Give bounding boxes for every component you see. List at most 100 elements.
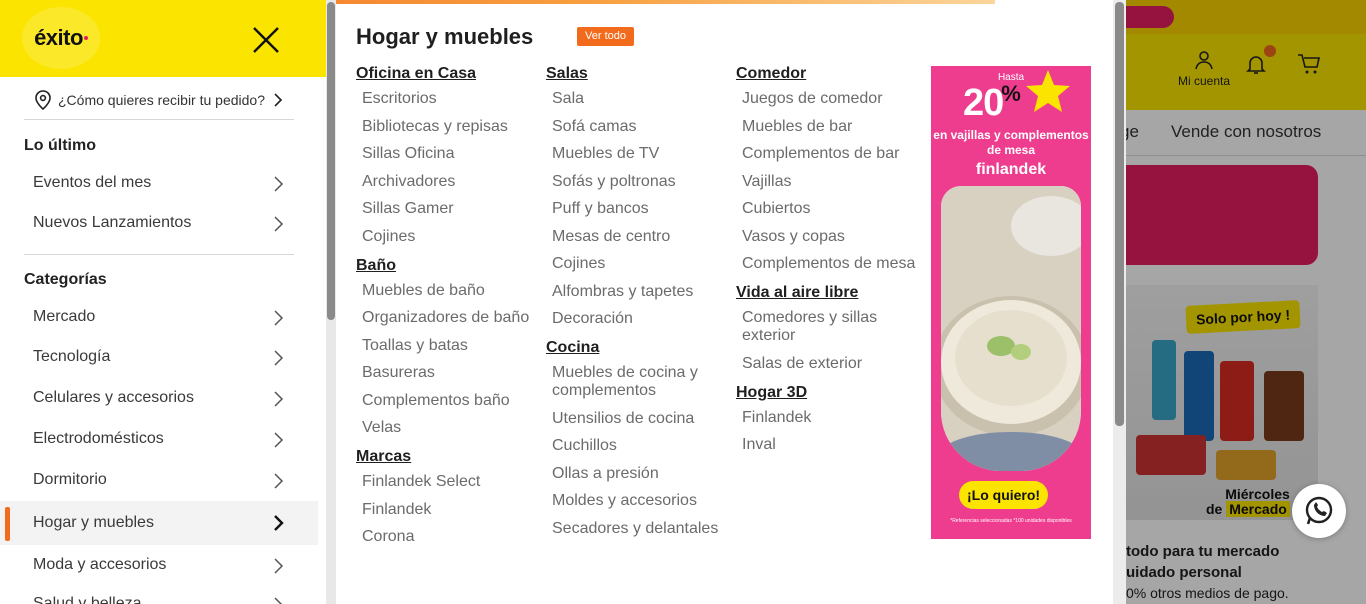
group-title-salas[interactable]: Salas [546,64,726,84]
sidebar-item-label: Salud y belleza [33,595,142,604]
list-item[interactable]: Secadores y delantales [546,520,726,538]
sidebar-item-eventos[interactable]: Eventos del mes [0,163,318,203]
list-item[interactable]: Complementos de bar [736,145,916,163]
list-item[interactable]: Sillas Oficina [356,145,541,163]
list-item[interactable]: Velas [356,419,541,437]
menu-column: Comedor Juegos de comedor Muebles de bar… [736,64,916,464]
scrollbar-thumb[interactable] [1115,2,1124,426]
list-item[interactable]: Complementos baño [356,392,541,410]
sidebar-item-moda[interactable]: Moda y accesorios [0,545,318,585]
chevron-right-icon [274,597,283,604]
group-title-cocina[interactable]: Cocina [546,338,726,358]
see-all-button[interactable]: Ver todo [577,27,634,46]
sidebar-item-label: Hogar y muebles [33,514,154,531]
list-item[interactable]: Finlandek Select [356,473,541,491]
exito-logo[interactable]: éxito [22,7,100,69]
list-item[interactable]: Cojines [546,255,726,273]
list-item[interactable]: Corona [356,528,541,546]
list-item[interactable]: Sofá camas [546,118,726,136]
group-title-marcas[interactable]: Marcas [356,447,541,467]
sidebar-item-mercado[interactable]: Mercado [0,297,318,337]
ad-discount: 20% [963,81,1022,125]
group-title-oficina[interactable]: Oficina en Casa [356,64,541,84]
menu-scrollbar[interactable] [1113,0,1126,604]
group-title-aire-libre[interactable]: Vida al aire libre [736,283,916,303]
list-item[interactable]: Organizadores de baño [356,309,541,327]
sidebar-item-label: Dormitorio [33,471,107,488]
ad-cta-button[interactable]: ¡Lo quiero! [959,481,1049,509]
list-item[interactable]: Bibliotecas y repisas [356,118,541,136]
list-item[interactable]: Muebles de baño [356,282,541,300]
list-item[interactable]: Moldes y accesorios [546,492,726,510]
group-list: Finlandek Select Finlandek Corona [356,473,541,546]
delivery-selector[interactable]: ¿Cómo quieres recibir tu pedido? [24,80,294,120]
list-item[interactable]: Vasos y copas [736,228,916,246]
ad-discount-number: 20 [963,82,1004,124]
menu-title: Hogar y muebles [356,24,534,49]
list-item[interactable]: Sala [546,90,726,108]
sidebar-header: éxito [0,0,326,77]
promo-ad[interactable]: Hasta 20% en vajillas y complementos de … [931,66,1091,539]
group-title-comedor[interactable]: Comedor [736,64,916,84]
list-item[interactable]: Ollas a presión [546,465,726,483]
sidebar-item-lanzamientos[interactable]: Nuevos Lanzamientos [0,203,318,243]
sidebar: éxito ¿Cómo quieres recibir tu pedido? L… [0,0,326,604]
sidebar-item-electrodomesticos[interactable]: Electrodomésticos [0,419,318,459]
list-item[interactable]: Finlandek [736,409,916,427]
list-item[interactable]: Cubiertos [736,200,916,218]
list-item[interactable]: Cojines [356,228,541,246]
group-list: Muebles de baño Organizadores de baño To… [356,282,541,438]
sidebar-scrollbar[interactable] [326,0,336,604]
sidebar-item-label: Mercado [33,308,96,325]
list-item[interactable]: Alfombras y tapetes [546,283,726,301]
list-item[interactable]: Mesas de centro [546,228,726,246]
list-item[interactable]: Muebles de cocina y complementos [546,364,726,400]
group-list: Finlandek Inval [736,409,916,455]
section-title-categories: Categorías [24,271,107,288]
group-title-hogar-3d[interactable]: Hogar 3D [736,383,916,403]
chevron-right-icon [274,92,283,107]
list-item[interactable]: Finlandek [356,501,541,519]
list-item[interactable]: Juegos de comedor [736,90,916,108]
sidebar-item-tecnologia[interactable]: Tecnología [0,337,318,377]
list-item[interactable]: Decoración [546,310,726,328]
list-item[interactable]: Cuchillos [546,437,726,455]
sidebar-item-label: Eventos del mes [33,174,152,191]
list-item[interactable]: Toallas y batas [356,337,541,355]
list-item[interactable]: Vajillas [736,173,916,191]
progress-bar [336,0,995,4]
group-list: Muebles de cocina y complementos Utensil… [546,364,726,538]
chevron-right-icon [274,432,284,448]
scrollbar-thumb[interactable] [327,2,335,320]
list-item[interactable]: Escritorios [356,90,541,108]
chevron-right-icon [274,216,284,232]
sidebar-item-label: Nuevos Lanzamientos [33,214,192,231]
group-list: Juegos de comedor Muebles de bar Complem… [736,90,916,273]
location-pin-icon [35,89,51,110]
section-title-latest: Lo último [24,137,96,154]
group-title-bano[interactable]: Baño [356,256,541,276]
list-item[interactable]: Basureras [356,364,541,382]
chevron-right-icon [274,350,284,366]
list-item[interactable]: Archivadores [356,173,541,191]
menu-column: Oficina en Casa Escritorios Bibliotecas … [356,64,541,556]
list-item[interactable]: Puff y bancos [546,200,726,218]
close-icon[interactable] [249,23,283,57]
sidebar-item-hogar[interactable]: Hogar y muebles [0,501,318,545]
chevron-right-icon [274,310,284,326]
ad-percent-sign: % [1001,81,1021,106]
list-item[interactable]: Complementos de mesa [736,255,916,273]
sidebar-item-celulares[interactable]: Celulares y accesorios [0,378,318,418]
list-item[interactable]: Utensilios de cocina [546,410,726,428]
sidebar-item-dormitorio[interactable]: Dormitorio [0,460,318,500]
list-item[interactable]: Comedores y sillas exterior [736,309,916,345]
list-item[interactable]: Salas de exterior [736,355,916,373]
list-item[interactable]: Sofás y poltronas [546,173,726,191]
sidebar-item-salud[interactable]: Salud y belleza [0,584,318,604]
mega-menu: Hogar y muebles Ver todo Oficina en Casa… [336,0,1126,604]
list-item[interactable]: Muebles de TV [546,145,726,163]
list-item[interactable]: Sillas Gamer [356,200,541,218]
whatsapp-button[interactable] [1292,484,1346,538]
list-item[interactable]: Inval [736,436,916,454]
list-item[interactable]: Muebles de bar [736,118,916,136]
